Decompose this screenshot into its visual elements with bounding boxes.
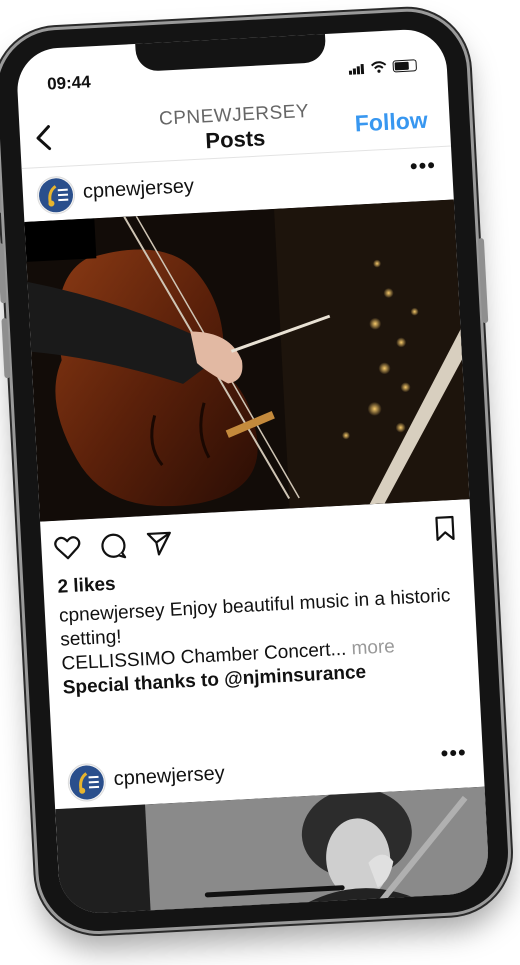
more-dots-icon[interactable]: ••• <box>409 152 436 179</box>
avatar-2[interactable] <box>66 762 107 803</box>
post-username[interactable]: cpnewjersey <box>82 175 194 204</box>
phone-screen: 09:44 CPNEWJERSEY Posts Follow cpnewjers… <box>15 27 491 916</box>
battery-icon <box>392 59 418 73</box>
side-button-left-top <box>0 183 2 214</box>
more-link[interactable]: more <box>351 636 395 659</box>
follow-button[interactable]: Follow <box>354 107 428 138</box>
phone-frame: 09:44 CPNEWJERSEY Posts Follow cpnewjers… <box>0 8 512 935</box>
side-button-left-mid <box>0 243 7 304</box>
logo-icon <box>69 765 104 800</box>
guitarist-photo-graphic <box>55 786 491 916</box>
status-icons <box>348 53 418 75</box>
wifi-icon <box>370 61 387 73</box>
avatar[interactable] <box>36 175 76 216</box>
post-caption: cpnewjersey Enjoy beautiful music in a h… <box>58 584 467 701</box>
comment-icon[interactable] <box>99 531 128 560</box>
side-button-left-low <box>1 318 11 379</box>
caption-username[interactable]: cpnewjersey <box>59 600 166 626</box>
status-time: 09:44 <box>46 72 92 94</box>
post-username-2[interactable]: cpnewjersey <box>113 762 225 791</box>
heart-icon[interactable] <box>53 533 82 562</box>
share-icon[interactable] <box>145 529 174 558</box>
likes-count[interactable]: 2 likes <box>57 574 116 599</box>
post-image-cello[interactable] <box>24 199 470 522</box>
bookmark-icon[interactable] <box>430 514 459 543</box>
more-dots-icon[interactable]: ••• <box>440 740 467 767</box>
post-image-guitarist[interactable] <box>55 786 491 916</box>
side-button-right <box>477 237 489 324</box>
logo-icon <box>39 178 74 213</box>
signal-icon <box>348 56 365 75</box>
cello-photo-graphic <box>24 199 470 522</box>
notch <box>135 31 327 72</box>
